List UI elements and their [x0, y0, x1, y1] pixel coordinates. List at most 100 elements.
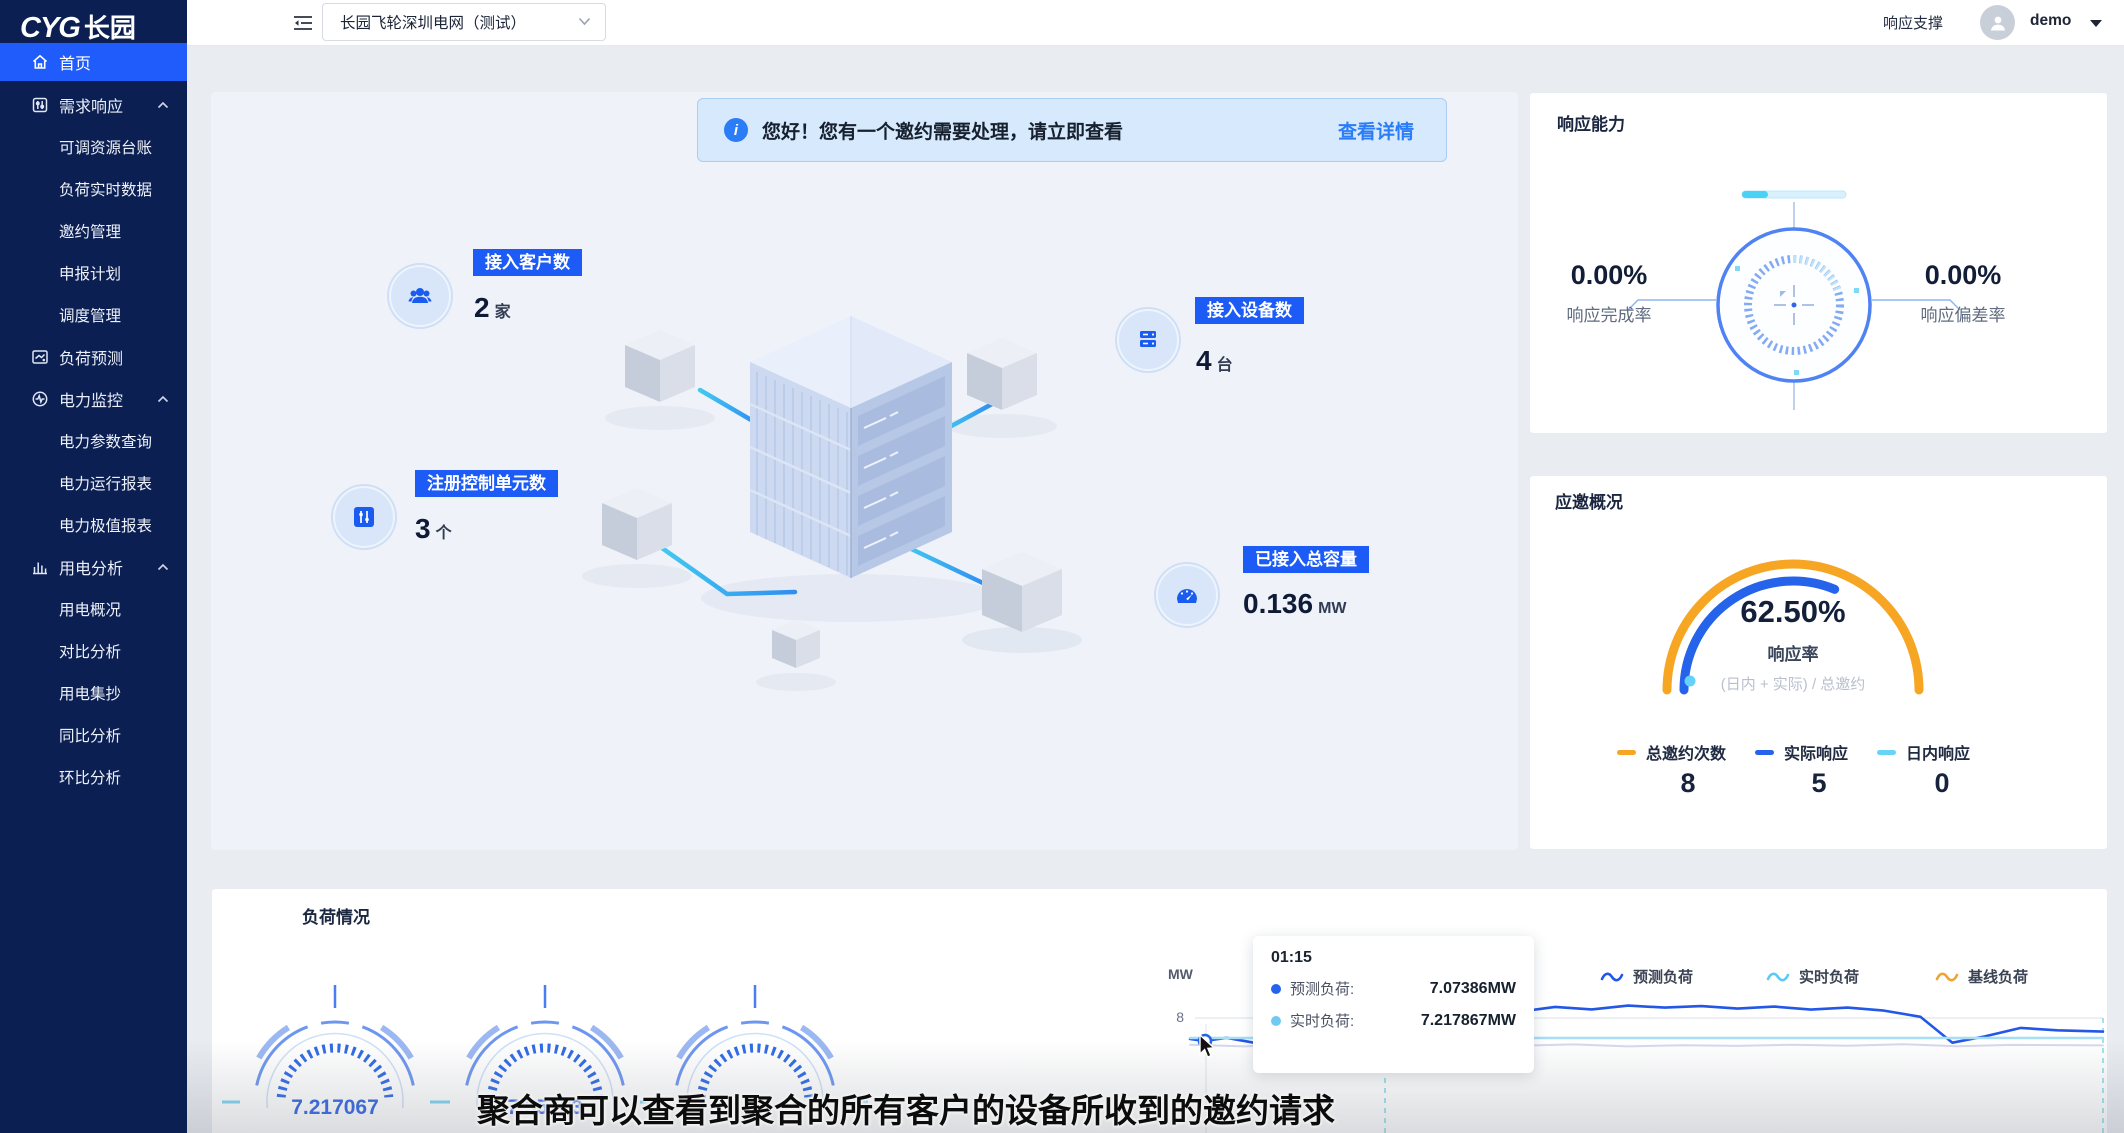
user-icon	[1988, 13, 2008, 33]
sidebar-item-power-operation-report[interactable]: 电力运行报表	[0, 464, 187, 502]
sidebar-item-meter-reading[interactable]: 用电集抄	[0, 674, 187, 712]
chart-tooltip: 01:15 预测负荷: 7.07386MW 实时负荷: 7.217867MW	[1253, 936, 1534, 1073]
overview-card	[211, 92, 1518, 850]
wave-icon	[1766, 970, 1790, 984]
sidebar-item-label: 环比分析	[59, 766, 121, 788]
sidebar-item-label: 负荷预测	[59, 345, 123, 369]
legend-baseline-load[interactable]: 基线负荷	[1935, 966, 2028, 987]
capacity-stat-value: 0.136 MW	[1243, 588, 1347, 620]
capacity-stat-badge: 已接入总容量	[1243, 546, 1369, 573]
legend-intraday-response[interactable]: 日内响应	[1877, 740, 1970, 764]
electricity-analysis-icon	[31, 558, 49, 576]
response-rate-label: 响应率	[1703, 640, 1883, 665]
sidebar-item-label: 用电分析	[59, 555, 123, 579]
tooltip-label: 预测负荷:	[1290, 978, 1354, 999]
devices-stat-value: 4台	[1196, 345, 1233, 377]
completion-rate-label: 响应完成率	[1554, 301, 1664, 326]
wave-icon	[1600, 970, 1624, 984]
sidebar-item-electricity-overview[interactable]: 用电概况	[0, 590, 187, 628]
capacity-value: 0.136	[1243, 588, 1313, 619]
y-axis-tick: 8	[1160, 1009, 1184, 1025]
sidebar-item-adjustable-resource-ledger[interactable]: 可调资源台账	[0, 128, 187, 166]
tooltip-value: 7.217867MW	[1421, 1012, 1516, 1030]
sidebar-item-comparison-analysis[interactable]: 对比分析	[0, 632, 187, 670]
legend-label: 基线负荷	[1968, 966, 2028, 987]
control-units-stat-icon-circle	[333, 486, 395, 548]
sidebar-item-label: 电力参数查询	[59, 430, 152, 452]
tooltip-label: 实时负荷:	[1290, 1010, 1354, 1031]
sidebar-item-label: 首页	[59, 50, 91, 74]
banner-message: 您好！您有一个邀约需要处理，请立即查看	[762, 117, 1123, 144]
actual-response-count: 5	[1789, 768, 1849, 799]
tooltip-time: 01:15	[1271, 949, 1516, 967]
chevron-up-icon	[157, 563, 169, 571]
sidebar-item-dispatch-management[interactable]: 调度管理	[0, 296, 187, 334]
customers-stat-badge: 接入客户数	[473, 249, 582, 276]
sidebar-group-electricity-analysis[interactable]: 用电分析	[0, 548, 187, 586]
chevron-up-icon	[157, 395, 169, 403]
capacity-unit: MW	[1318, 600, 1346, 617]
legend-actual-response[interactable]: 实际响应	[1755, 740, 1848, 764]
control-units-icon	[350, 503, 378, 531]
sidebar-item-power-extreme-report[interactable]: 电力极值报表	[0, 506, 187, 544]
legend-realtime-load[interactable]: 实时负荷	[1766, 966, 1859, 987]
chevron-up-icon	[157, 101, 169, 109]
capability-title: 响应能力	[1557, 110, 1625, 135]
legend-forecast-load[interactable]: 预测负荷	[1600, 966, 1693, 987]
deviation-rate-value: 0.00%	[1908, 260, 2018, 291]
legend-total-invitations[interactable]: 总邀约次数	[1617, 740, 1726, 764]
load-forecast-icon	[31, 348, 49, 366]
sidebar-item-invitation-management[interactable]: 邀约管理	[0, 212, 187, 250]
mouse-cursor	[1196, 1034, 1220, 1060]
sidebar-group-demand-response[interactable]: 需求响应	[0, 86, 187, 124]
sidebar-item-label: 同比分析	[59, 724, 121, 746]
response-rate-value: 62.50%	[1703, 594, 1883, 630]
legend-swatch-blue	[1755, 750, 1774, 755]
deviation-rate-block: 0.00% 响应偏差率	[1908, 260, 2018, 326]
view-details-link[interactable]: 查看详情	[1338, 117, 1420, 144]
y-axis-unit: MW	[1168, 966, 1193, 982]
response-support-link[interactable]: 响应支撑	[1883, 12, 1943, 33]
caret-down-icon[interactable]	[2090, 20, 2102, 27]
tooltip-row-forecast: 预测负荷: 7.07386MW	[1271, 978, 1516, 999]
customers-unit: 家	[495, 304, 511, 321]
wave-icon	[1935, 970, 1959, 984]
avatar[interactable]	[1980, 5, 2015, 40]
sidebar-item-power-parameter-query[interactable]: 电力参数查询	[0, 422, 187, 460]
username[interactable]: demo	[2030, 12, 2071, 30]
sidebar-item-label: 可调资源台账	[59, 136, 152, 158]
load-gauge-value-1: 7.217067	[255, 1096, 415, 1120]
control-units-stat-badge: 注册控制单元数	[415, 470, 558, 497]
sidebar-item-yoy-analysis[interactable]: 同比分析	[0, 716, 187, 754]
tooltip-value: 7.07386MW	[1430, 980, 1516, 998]
grid-selector-dropdown[interactable]: 长园飞轮深圳电网（测试）	[322, 3, 606, 41]
dot-icon	[1271, 1016, 1281, 1026]
sidebar-item-mom-analysis[interactable]: 环比分析	[0, 758, 187, 796]
info-icon: i	[724, 118, 748, 142]
load-title: 负荷情况	[302, 903, 370, 928]
intraday-response-count: 0	[1912, 768, 1972, 799]
sidebar-item-label: 电力极值报表	[59, 514, 152, 536]
sidebar-item-home[interactable]: 首页	[0, 43, 187, 81]
sidebar-item-label: 负荷实时数据	[59, 178, 152, 200]
menu-fold-icon[interactable]	[292, 13, 314, 33]
legend-label: 总邀约次数	[1646, 740, 1726, 764]
response-rate-formula: (日内 + 实际) / 总邀约	[1643, 673, 1943, 694]
sidebar-item-label: 对比分析	[59, 640, 121, 662]
sidebar-item-label: 调度管理	[59, 304, 121, 326]
capacity-stat-icon-circle	[1156, 564, 1218, 626]
legend-swatch-orange	[1617, 750, 1636, 755]
sidebar-item-label: 电力运行报表	[59, 472, 152, 494]
home-icon	[31, 53, 49, 71]
customers-value: 2	[474, 292, 490, 323]
sidebar-item-declaration-plan[interactable]: 申报计划	[0, 254, 187, 292]
control-units-value: 3	[415, 513, 431, 544]
sidebar-item-label: 用电概况	[59, 598, 121, 620]
sidebar-group-power-monitoring[interactable]: 电力监控	[0, 380, 187, 418]
sidebar-item-load-forecast[interactable]: 负荷预测	[0, 338, 187, 376]
sidebar-item-load-realtime-data[interactable]: 负荷实时数据	[0, 170, 187, 208]
dot-icon	[1271, 984, 1281, 994]
invitation-title: 应邀概况	[1555, 488, 1623, 513]
sidebar-item-label: 申报计划	[59, 262, 121, 284]
sidebar-item-label: 电力监控	[59, 387, 123, 411]
